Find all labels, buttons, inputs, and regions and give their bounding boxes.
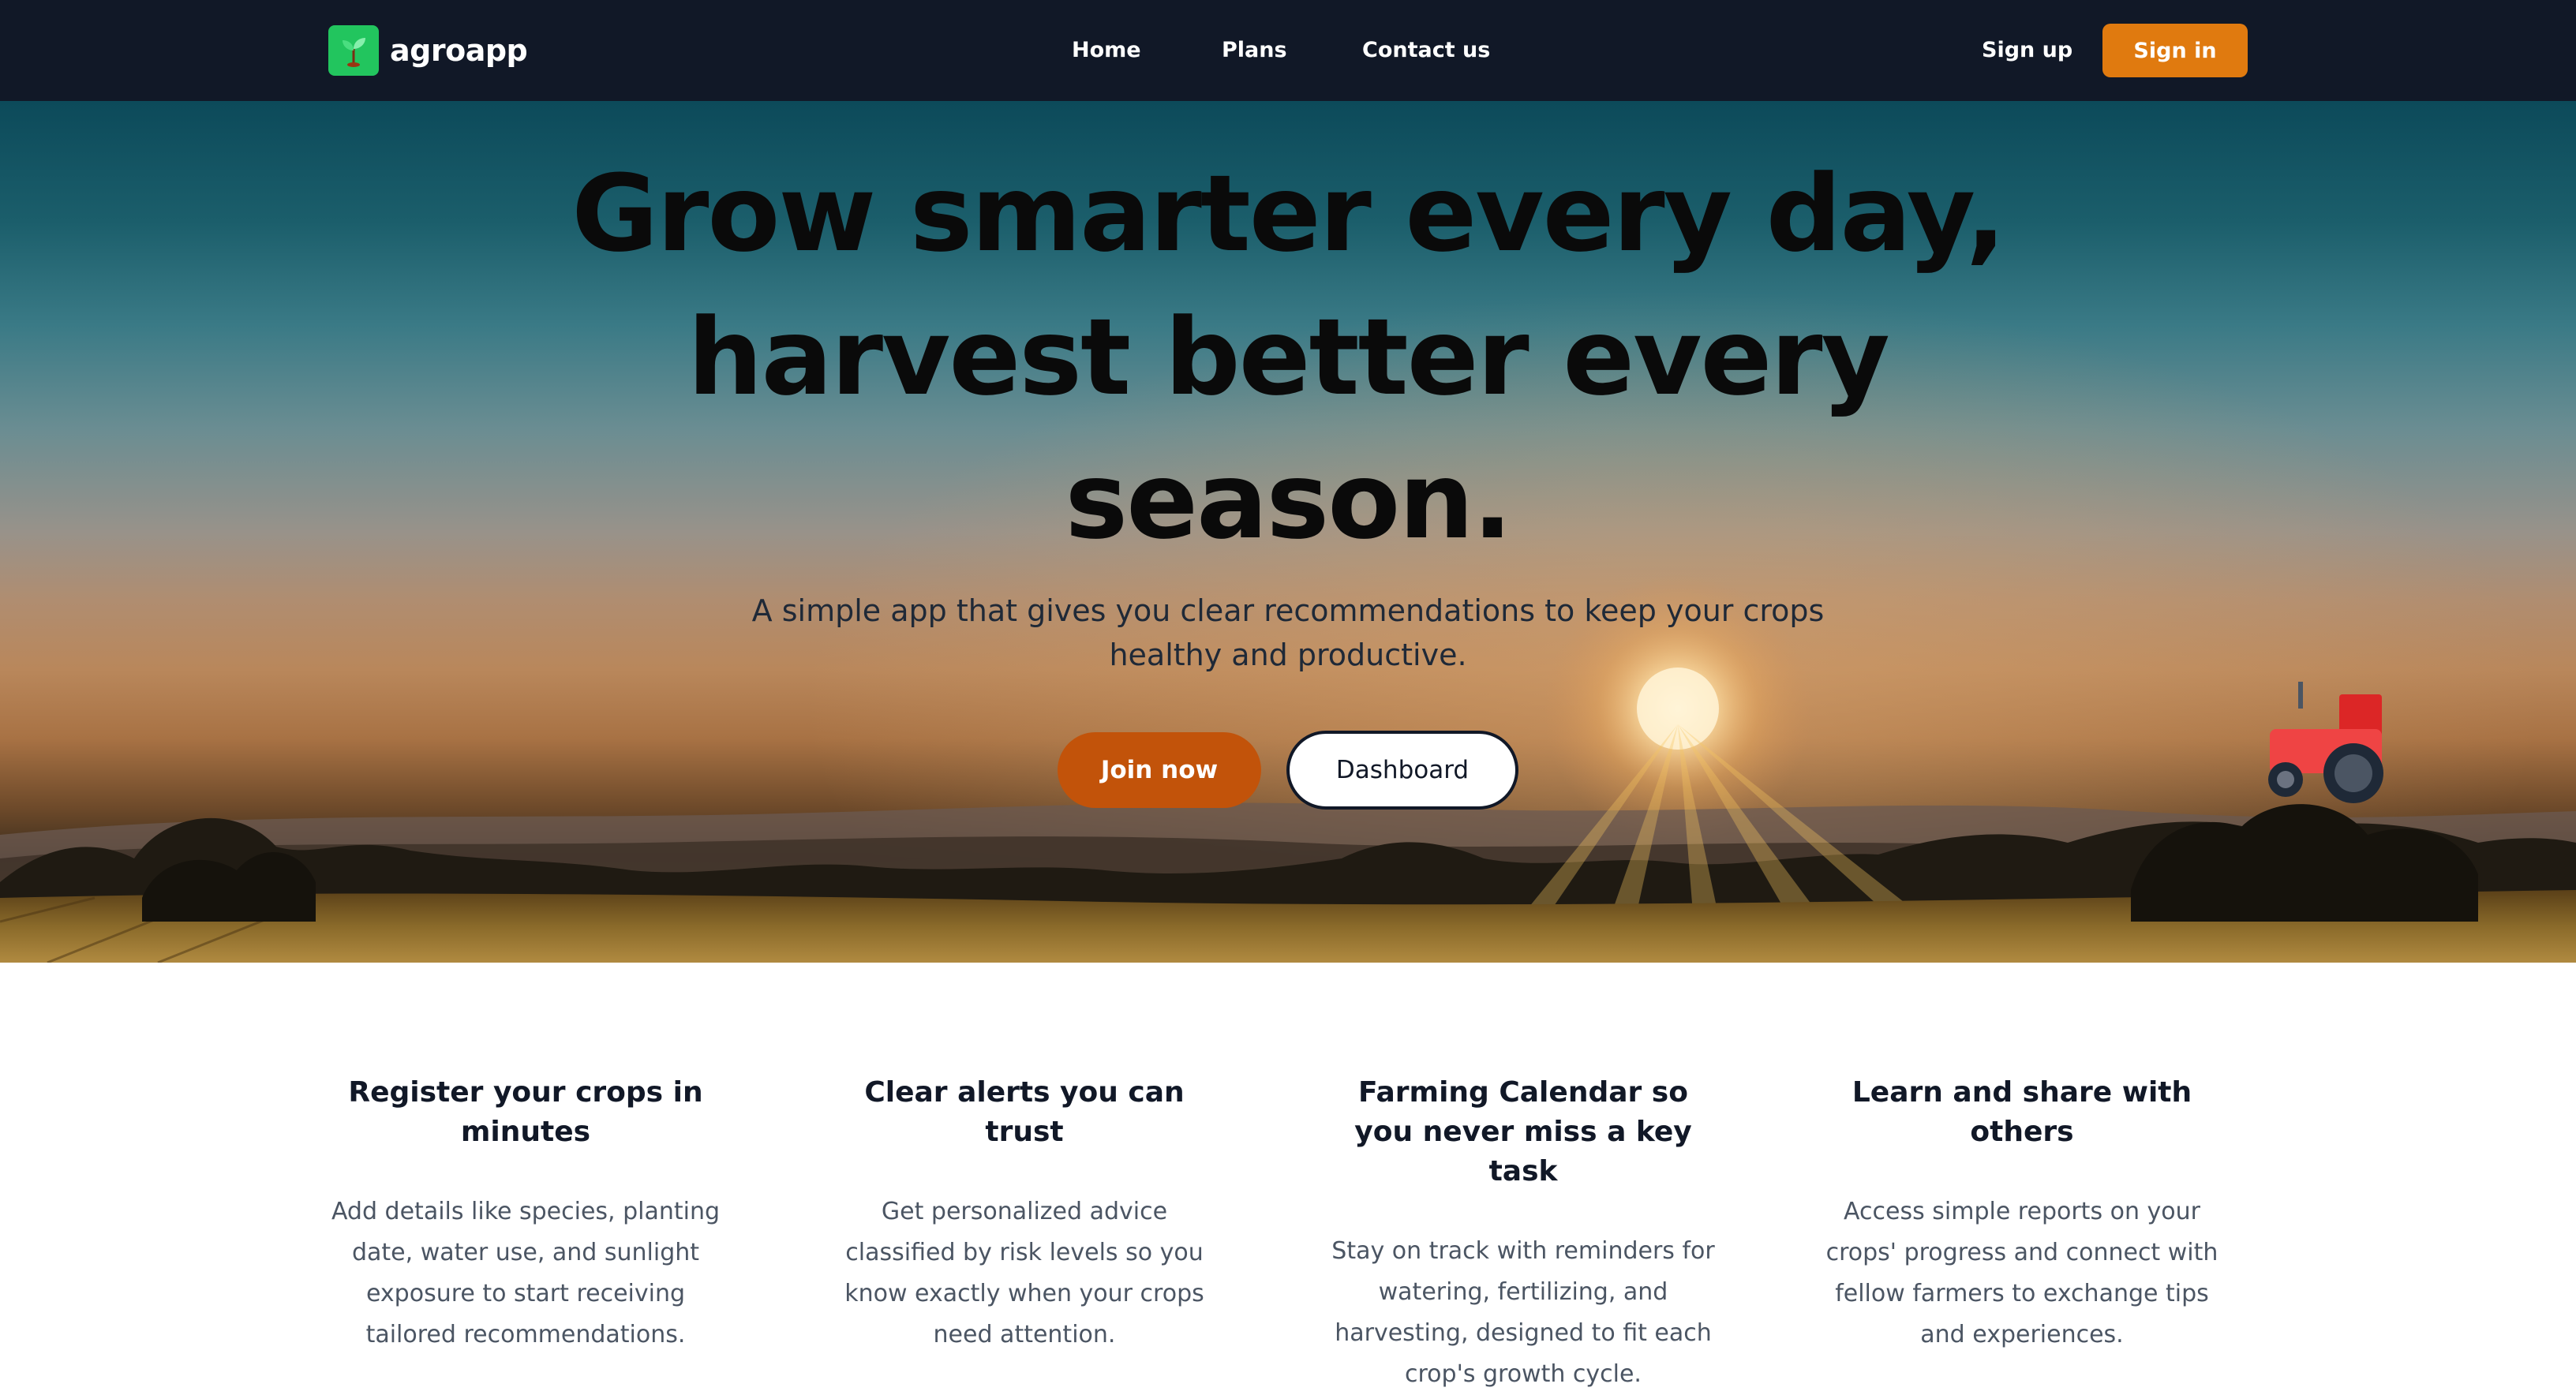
dashboard-button[interactable]: Dashboard [1286, 731, 1518, 810]
feature-text: Add details like species, planting date,… [331, 1198, 721, 1348]
feature-text: Access simple reports on your crops' pro… [1825, 1198, 2218, 1348]
feature-card: Register your crops in minutes Add detai… [328, 1073, 723, 1356]
nav-link-home[interactable]: Home [1072, 32, 1141, 69]
join-now-button[interactable]: Join now [1058, 732, 1261, 808]
hero-section: Grow smarter every day, harvest better e… [0, 101, 2576, 963]
nav-link-plans[interactable]: Plans [1222, 32, 1287, 69]
sign-up-link[interactable]: Sign up [1982, 32, 2072, 69]
feature-text: Stay on track with reminders for waterin… [1331, 1237, 1715, 1388]
hero-headline: Grow smarter every day, harvest better e… [571, 152, 2005, 563]
feature-card: Learn and share with others Access simpl… [1825, 1073, 2219, 1356]
feature-title: Clear alerts you can trust [864, 1076, 1185, 1148]
feature-title: Register your crops in minutes [348, 1076, 703, 1148]
features-section: Register your crops in minutes Add detai… [328, 1073, 2323, 1388]
sign-in-button[interactable]: Sign in [2102, 24, 2248, 77]
feature-title: Farming Calendar so you never miss a key… [1354, 1076, 1692, 1187]
feature-title: Learn and share with others [1852, 1076, 2192, 1148]
tractor-icon [2268, 682, 2383, 803]
feature-card: Clear alerts you can trust Get personali… [827, 1073, 1222, 1356]
top-navbar: agroapp Home Plans Contact us Sign up Si… [0, 0, 2576, 101]
feature-card: Farming Calendar so you never miss a key… [1326, 1073, 1720, 1395]
nav-link-contact[interactable]: Contact us [1362, 32, 1490, 69]
feature-text: Get personalized advice classified by ri… [844, 1198, 1204, 1348]
hero-subtitle: A simple app that gives you clear recomm… [751, 593, 1825, 672]
